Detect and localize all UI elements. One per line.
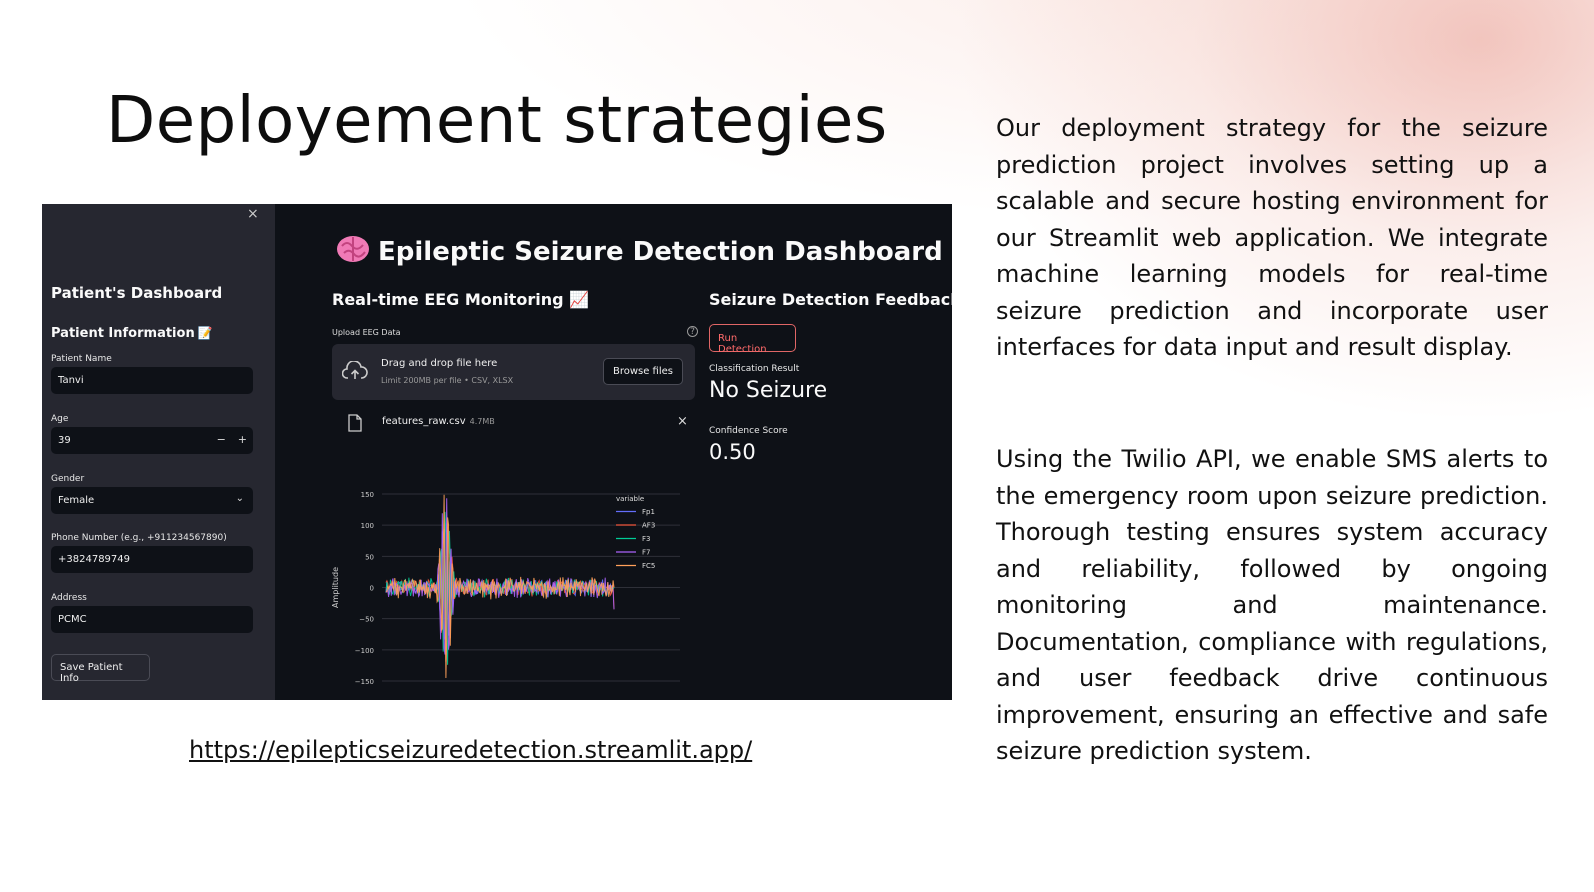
confidence-value: 0.50 bbox=[709, 440, 756, 464]
legend-entry: AF3 bbox=[642, 522, 655, 530]
legend-entry: Fp1 bbox=[642, 508, 655, 516]
dropzone-limits: Limit 200MB per file • CSV, XLSX bbox=[381, 376, 514, 385]
gender-value: Female bbox=[58, 495, 95, 506]
app-title: Epileptic Seizure Detection Dashboard bbox=[336, 234, 943, 267]
file-name: features_raw.csv bbox=[382, 416, 466, 427]
eeg-monitoring-heading: Real-time EEG Monitoring 📈 bbox=[332, 290, 590, 309]
increment-icon[interactable]: + bbox=[238, 433, 247, 446]
dropzone-instructions: Drag and drop file here bbox=[381, 358, 498, 369]
y-tick-label: 50 bbox=[365, 553, 374, 561]
browse-files-button[interactable]: Browse files bbox=[602, 358, 683, 385]
file-dropzone[interactable]: Drag and drop file here Limit 200MB per … bbox=[332, 344, 695, 400]
y-tick-label: −50 bbox=[359, 616, 374, 624]
series-line-af3 bbox=[385, 526, 615, 662]
series-line-fc5 bbox=[385, 494, 615, 679]
chevron-down-icon: ⌄ bbox=[235, 493, 244, 504]
app-url-link[interactable]: https://epilepticseizuredetection.stream… bbox=[189, 736, 752, 764]
decrement-icon[interactable]: − bbox=[217, 433, 226, 446]
upload-label: Upload EEG Data bbox=[332, 328, 401, 337]
patient-info-heading: Patient Information 📝 bbox=[51, 326, 213, 341]
y-axis-label: Amplitude bbox=[331, 567, 340, 608]
app-screenshot: × Patient's Dashboard Patient Informatio… bbox=[42, 204, 952, 700]
sidebar-title: Patient's Dashboard bbox=[51, 284, 223, 302]
file-icon bbox=[348, 414, 362, 432]
remove-file-icon[interactable]: × bbox=[677, 414, 688, 429]
y-tick-label: 0 bbox=[370, 585, 374, 593]
gender-select[interactable]: Female ⌄ bbox=[51, 487, 253, 514]
legend-entry: F3 bbox=[642, 535, 650, 543]
address-input[interactable]: PCMC bbox=[51, 606, 253, 633]
legend-title: variable bbox=[616, 495, 644, 503]
classification-label: Classification Result bbox=[709, 364, 800, 374]
slide-title: Deployement strategies bbox=[106, 84, 888, 158]
age-label: Age bbox=[51, 414, 69, 424]
gender-label: Gender bbox=[51, 474, 85, 484]
eeg-chart: 150 100 50 0 −50 −100 −150 Amplitude variable Fp1… bbox=[331, 491, 680, 686]
memo-icon: 📝 bbox=[197, 326, 213, 340]
age-value: 39 bbox=[58, 435, 71, 446]
legend-entry: F7 bbox=[642, 549, 650, 557]
app-sidebar: × Patient's Dashboard Patient Informatio… bbox=[42, 204, 275, 700]
series-line-f7 bbox=[385, 498, 615, 655]
confidence-label: Confidence Score bbox=[709, 426, 788, 436]
description-paragraph-1: Our deployment strategy for the seizure … bbox=[996, 114, 1548, 361]
patient-info-label: Patient Information bbox=[51, 326, 195, 341]
brain-icon bbox=[337, 236, 369, 262]
phone-input[interactable]: +3824789749 bbox=[51, 546, 253, 573]
age-stepper[interactable]: 39 − + bbox=[51, 427, 253, 454]
app-title-text: Epileptic Seizure Detection Dashboard bbox=[378, 237, 943, 267]
classification-value: No Seizure bbox=[709, 378, 828, 403]
cloud-upload-icon bbox=[342, 361, 368, 379]
run-detection-button[interactable]: Run Detection bbox=[709, 324, 796, 355]
address-label: Address bbox=[51, 593, 87, 603]
file-size: 4.7MB bbox=[469, 417, 495, 426]
y-tick-label: −100 bbox=[355, 647, 374, 655]
help-icon[interactable]: ? bbox=[687, 326, 698, 337]
patient-name-label: Patient Name bbox=[51, 354, 112, 364]
sidebar-close-icon[interactable]: × bbox=[247, 206, 259, 222]
feedback-heading: Seizure Detection Feedback bbox=[709, 290, 952, 309]
phone-label: Phone Number (e.g., +911234567890) bbox=[51, 533, 227, 543]
legend-entry: FC5 bbox=[642, 562, 655, 570]
save-patient-button[interactable]: Save Patient Info bbox=[51, 654, 150, 684]
y-tick-label: 100 bbox=[361, 522, 374, 530]
y-tick-label: 150 bbox=[361, 491, 374, 499]
y-tick-label: −150 bbox=[355, 678, 374, 686]
uploaded-file: features_raw.csv 4.7MB bbox=[382, 416, 495, 427]
description-paragraph-2: Using the Twilio API, we enable SMS aler… bbox=[996, 445, 1548, 765]
patient-name-input[interactable]: Tanvi bbox=[51, 367, 253, 394]
age-stepper-controls: − + bbox=[205, 433, 247, 446]
